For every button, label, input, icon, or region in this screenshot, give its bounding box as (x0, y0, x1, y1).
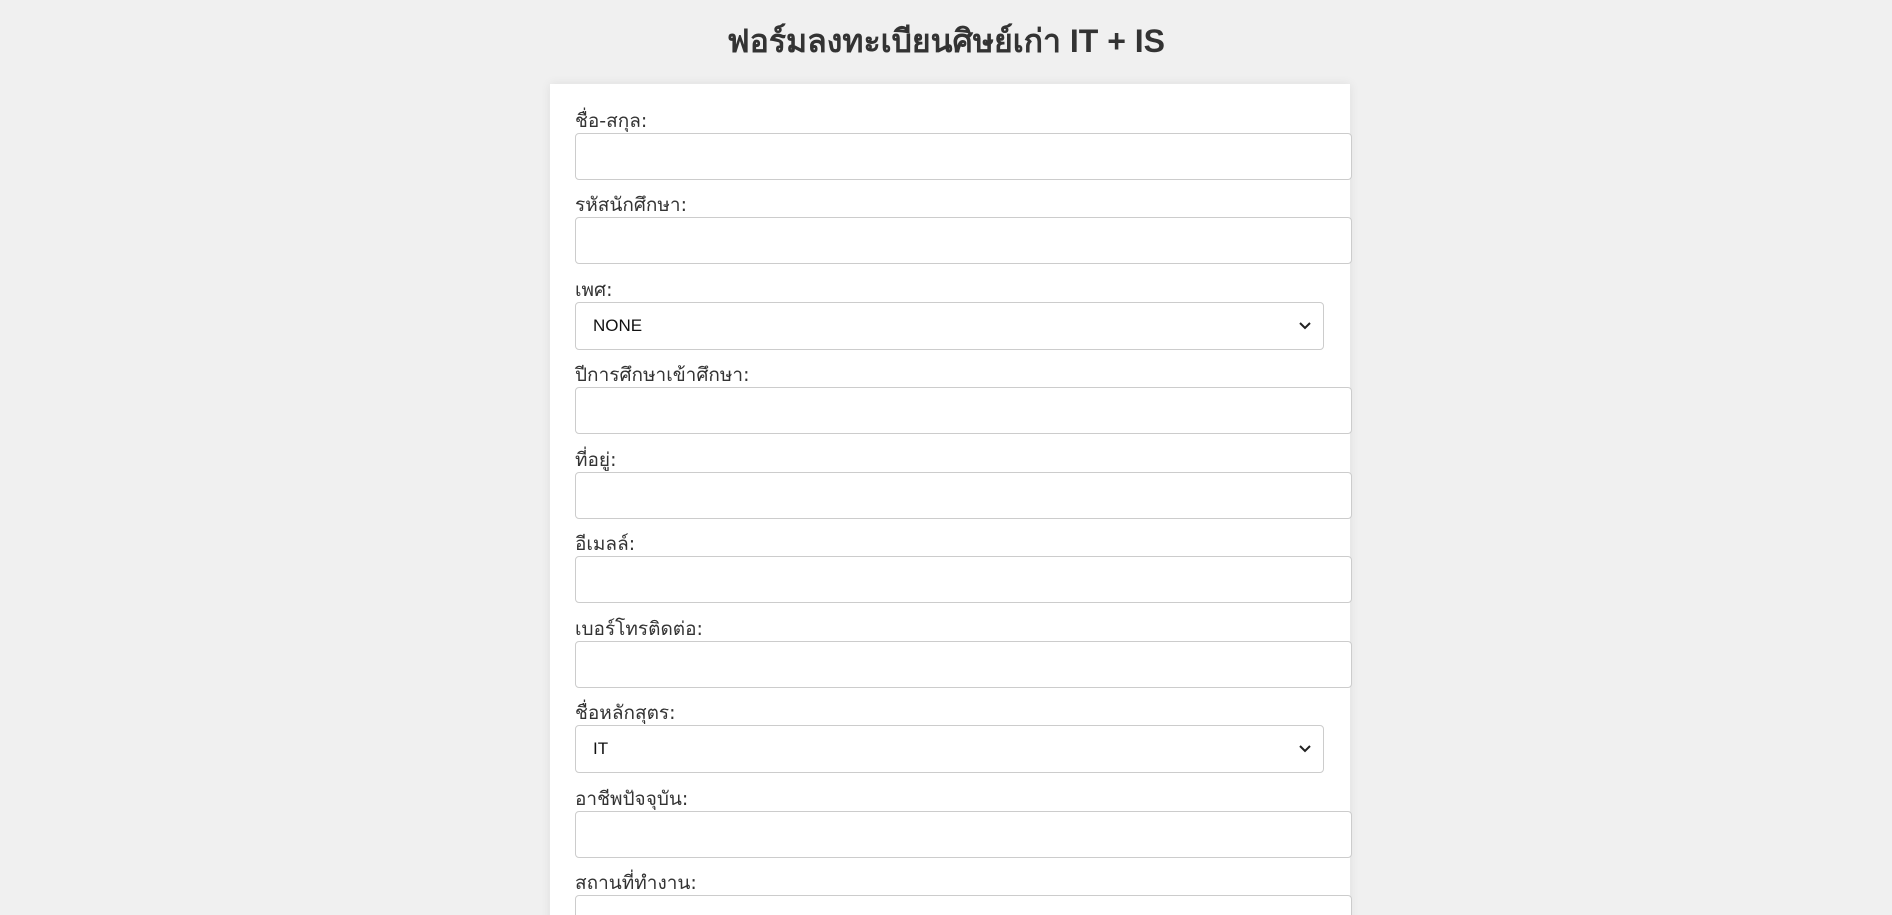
email-field-group: อีเมลล์: (575, 532, 1352, 603)
phone-input[interactable] (575, 641, 1352, 688)
fullname-field-group: ชื่อ-สกุล: (575, 109, 1352, 180)
student-id-input[interactable] (575, 217, 1352, 264)
address-input[interactable] (575, 472, 1352, 519)
program-label: ชื่อหลักสุตร: (575, 701, 1324, 725)
address-label: ที่อยู่: (575, 448, 1352, 472)
page: ฟอร์มลงทะเบียนศิษย์เก่า IT + IS ชื่อ-สกุ… (0, 0, 1892, 915)
address-field-group: ที่อยู่: (575, 448, 1352, 519)
phone-label: เบอร์โทรติดต่อ: (575, 617, 1352, 641)
occupation-input[interactable] (575, 811, 1352, 858)
email-input[interactable] (575, 556, 1352, 603)
student-id-field-group: รหัสนักศึกษา: (575, 193, 1352, 264)
workplace-input[interactable] (575, 895, 1352, 915)
page-title: ฟอร์มลงทะเบียนศิษย์เก่า IT + IS (0, 20, 1892, 62)
fullname-input[interactable] (575, 133, 1352, 180)
gender-field-group: เพศ: NONE (575, 278, 1324, 350)
workplace-label: สถานที่ทำงาน: (575, 871, 1352, 895)
fullname-label: ชื่อ-สกุล: (575, 109, 1352, 133)
chevron-down-icon (1299, 321, 1311, 331)
occupation-label: อาชีพปัจจุบัน: (575, 787, 1352, 811)
entry-year-label: ปีการศึกษาเข้าศึกษา: (575, 363, 1352, 387)
program-select[interactable]: IT (575, 725, 1324, 773)
registration-form: ชื่อ-สกุล: รหัสนักศึกษา: เพศ: NONE ปีการ… (550, 84, 1350, 915)
gender-selected-value: NONE (593, 316, 642, 335)
workplace-field-group: สถานที่ทำงาน: (575, 871, 1352, 915)
program-selected-value: IT (593, 739, 608, 758)
chevron-down-icon (1299, 744, 1311, 754)
student-id-label: รหัสนักศึกษา: (575, 193, 1352, 217)
occupation-field-group: อาชีพปัจจุบัน: (575, 787, 1352, 858)
gender-select[interactable]: NONE (575, 302, 1324, 350)
entry-year-input[interactable] (575, 387, 1352, 434)
email-label: อีเมลล์: (575, 532, 1352, 556)
phone-field-group: เบอร์โทรติดต่อ: (575, 617, 1352, 688)
program-field-group: ชื่อหลักสุตร: IT (575, 701, 1324, 773)
gender-label: เพศ: (575, 278, 1324, 302)
entry-year-field-group: ปีการศึกษาเข้าศึกษา: (575, 363, 1352, 434)
